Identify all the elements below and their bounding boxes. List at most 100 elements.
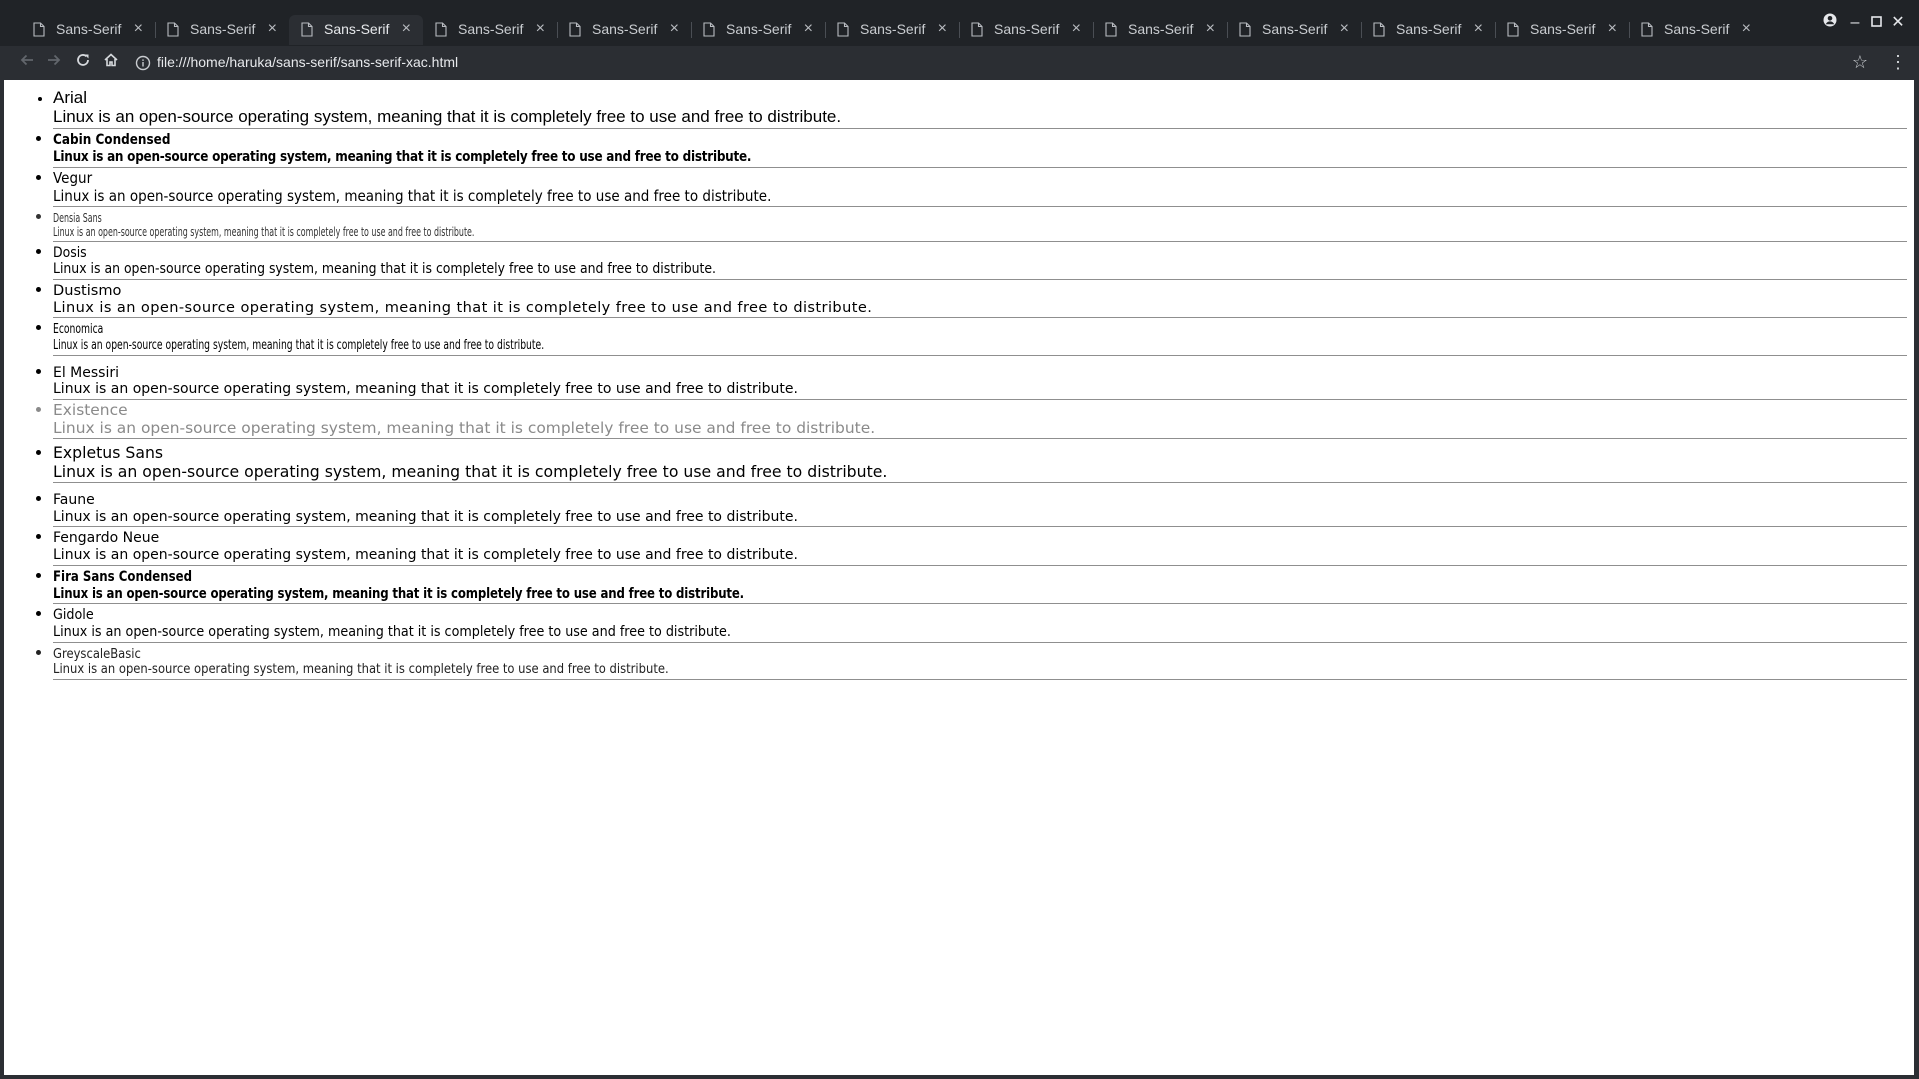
font-sample-text: Linux is an open-source operating system… (53, 299, 873, 316)
font-sample-item: ArialLinux is an open-source operating s… (53, 88, 1907, 130)
font-name: Existence (53, 401, 128, 420)
star-icon[interactable]: ☆ (1849, 52, 1871, 73)
page-icon (1507, 22, 1521, 38)
tab-separator (959, 22, 960, 38)
tab-title: Sans-Serif (592, 21, 658, 37)
font-sample-item: Cabin CondensedLinux is an open-source o… (53, 129, 1907, 168)
font-sample-text: Linux is an open-source operating system… (53, 381, 798, 398)
font-sample-item: DosisLinux is an open-source operating s… (53, 242, 1907, 280)
tab-close-icon[interactable]: × (402, 20, 411, 38)
font-sample-item: Fira Sans CondensedLinux is an open-sour… (53, 566, 1907, 605)
tab-close-icon[interactable]: × (804, 20, 813, 38)
tab-8[interactable]: Sans-Serif × (959, 15, 1093, 45)
page-icon (435, 22, 449, 38)
tab-close-icon[interactable]: × (1474, 20, 1483, 38)
tab-title: Sans-Serif (324, 21, 390, 37)
tab-title: Sans-Serif (994, 21, 1060, 37)
font-sample-item: DustismoLinux is an open-source operatin… (53, 280, 1907, 319)
font-sample-item: El MessiriLinux is an open-source operat… (53, 356, 1907, 401)
tab-close-icon[interactable]: × (938, 20, 947, 38)
tab-close-icon[interactable]: × (268, 20, 277, 38)
info-icon[interactable] (135, 55, 151, 71)
font-name: Vegur (53, 168, 93, 187)
font-sample-text: Linux is an open-source operating system… (53, 225, 475, 240)
tab-close-icon[interactable]: × (1608, 20, 1617, 38)
tab-title: Sans-Serif (56, 21, 122, 37)
tab-1[interactable]: Sans-Serif × (21, 15, 155, 45)
font-sample-item: VegurLinux is an open-source operating s… (53, 168, 1907, 207)
close-icon[interactable]: ✕ (1887, 12, 1909, 34)
tab-close-icon[interactable]: × (536, 20, 545, 38)
address-bar[interactable]: file:///home/haruka/sans-serif/sans-seri… (132, 50, 1862, 76)
font-sample-text: Linux is an open-source operating system… (53, 662, 669, 678)
font-sample-item: EconomicaLinux is an open-source operati… (53, 318, 1907, 356)
tab-3[interactable]: Sans-Serif × (289, 15, 423, 45)
tab-title: Sans-Serif (726, 21, 792, 37)
page-icon (167, 22, 181, 38)
font-name: Arial (53, 88, 88, 107)
font-sample-text: Linux is an open-source operating system… (53, 547, 798, 564)
tab-strip: Sans-Serif × Sans-Serif × Sans-Serif × Sans-Se… (0, 0, 1919, 46)
tab-10[interactable]: Sans-Serif × (1227, 15, 1361, 45)
tab-11[interactable]: Sans-Serif × (1361, 15, 1495, 45)
tab-close-icon[interactable]: × (1206, 20, 1215, 38)
font-sample-item: ExistenceLinux is an open-source operati… (53, 400, 1907, 439)
font-sample-item: FauneLinux is an open-source operating s… (53, 483, 1907, 528)
tab-12[interactable]: Sans-Serif × (1495, 15, 1629, 45)
font-sample-text: Linux is an open-source operating system… (53, 107, 842, 127)
tab-6[interactable]: Sans-Serif × (691, 15, 825, 45)
font-sample-text: Linux is an open-source operating system… (53, 624, 731, 641)
back-arrow-icon[interactable] (16, 52, 38, 74)
tab-5[interactable]: Sans-Serif × (557, 15, 691, 45)
tab-close-icon[interactable]: × (134, 20, 143, 38)
page-icon (569, 22, 583, 38)
home-icon[interactable] (100, 52, 122, 74)
font-sample-list: ArialLinux is an open-source operating s… (4, 80, 1914, 680)
tab-close-icon[interactable]: × (670, 20, 679, 38)
font-sample-item: GreyscaleBasicLinux is an open-source op… (53, 643, 1907, 680)
tab-separator (1629, 22, 1630, 38)
tab-4[interactable]: Sans-Serif × (423, 15, 557, 45)
font-sample-text: Linux is an open-source operating system… (53, 461, 888, 481)
page-icon (1239, 22, 1253, 38)
browser-window: Sans-Serif × Sans-Serif × Sans-Serif × Sans-Se… (0, 0, 1919, 1079)
tab-separator (1093, 22, 1094, 38)
maximize-icon[interactable] (1865, 12, 1887, 34)
tab-title: Sans-Serif (1530, 21, 1596, 37)
menu-dots-icon[interactable]: ⋮ (1889, 52, 1907, 73)
font-name: Dustismo (53, 282, 122, 299)
font-name: El Messiri (53, 364, 120, 381)
page-icon (837, 22, 851, 38)
window-controls: – ✕ (1819, 12, 1909, 34)
reload-icon[interactable] (72, 52, 94, 74)
font-name: Dosis (53, 244, 87, 261)
font-name: Expletus Sans (53, 442, 164, 462)
font-sample-text: Linux is an open-source operating system… (53, 585, 744, 602)
page-icon (1641, 22, 1655, 38)
url-text[interactable]: file:///home/haruka/sans-serif/sans-seri… (157, 54, 458, 70)
font-name: Densia Sans (53, 210, 102, 225)
tab-7[interactable]: Sans-Serif × (825, 15, 959, 45)
tab-title: Sans-Serif (1664, 21, 1730, 37)
tab-title: Sans-Serif (190, 21, 256, 37)
tab-13[interactable]: Sans-Serif × (1629, 15, 1763, 45)
toolbar: file:///home/haruka/sans-serif/sans-seri… (0, 46, 1919, 80)
tab-title: Sans-Serif (860, 21, 926, 37)
tab-separator (155, 22, 156, 38)
font-name: Gidole (53, 607, 94, 624)
tab-separator (1495, 22, 1496, 38)
tab-close-icon[interactable]: × (1742, 20, 1751, 38)
minimize-icon[interactable]: – (1844, 12, 1866, 34)
forward-arrow-icon[interactable] (43, 52, 65, 74)
tab-2[interactable]: Sans-Serif × (155, 15, 289, 45)
page-icon (1373, 22, 1387, 38)
tab-close-icon[interactable]: × (1072, 20, 1081, 38)
tab-separator (1361, 22, 1362, 38)
font-sample-item: Densia SansLinux is an open-source opera… (53, 207, 1907, 242)
font-name: Economica (53, 322, 104, 338)
font-sample-text: Linux is an open-source operating system… (53, 186, 772, 205)
tab-close-icon[interactable]: × (1340, 20, 1349, 38)
profile-icon[interactable] (1819, 12, 1841, 34)
tab-9[interactable]: Sans-Serif × (1093, 15, 1227, 45)
font-name: Cabin Condensed (53, 132, 171, 149)
